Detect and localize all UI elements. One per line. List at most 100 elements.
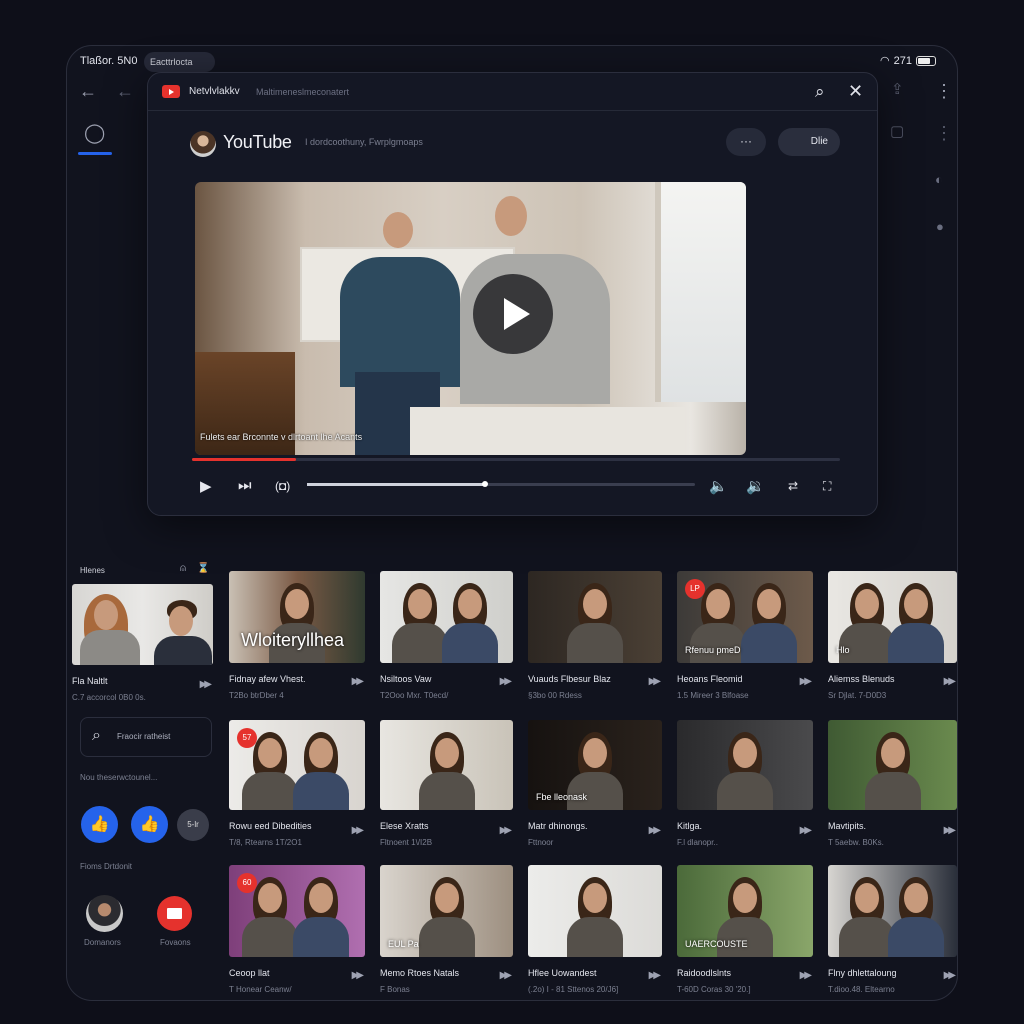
like-button-2[interactable]: 👍: [131, 806, 168, 843]
search-icon[interactable]: ⌕: [815, 83, 825, 100]
play-next-icon[interactable]: ▶▶: [649, 970, 662, 981]
play-next-icon[interactable]: ▶▶: [944, 825, 957, 836]
video-card[interactable]: EUL Pa Memo Rtoes Natals F Bonas ▶▶: [380, 865, 513, 994]
video-card[interactable]: Elese Xratts Fltnoent 1\/I2B ▶▶: [380, 720, 513, 847]
person-head: [407, 589, 432, 619]
scrub-slider[interactable]: [307, 481, 695, 487]
video-title[interactable]: Heoans Fleomid: [677, 674, 787, 684]
clock-tab-icon[interactable]: ◯: [84, 124, 105, 143]
video-card[interactable]: Hflee Uowandest (.2o) I - 81 Sttenos 20/J…: [528, 865, 662, 994]
play-next-icon[interactable]: ▶▶: [944, 676, 957, 687]
person-body: [442, 623, 499, 663]
hourglass-icon[interactable]: ⌛: [197, 564, 209, 574]
subscribe-button[interactable]: Dlie: [778, 128, 840, 156]
status-indicators: ◠ 271: [880, 54, 936, 67]
feature-meta: C.7 accorcol 0B0 0s.: [72, 693, 146, 702]
play-next-icon[interactable]: ▶▶: [800, 970, 813, 981]
sidebar-feature-card[interactable]: Fla Naltlt C.7 accorcol 0B0 0s. ▶▶: [72, 584, 213, 702]
play-next-icon[interactable]: ▶▶: [649, 825, 662, 836]
play-next-icon[interactable]: ▶▶: [944, 970, 957, 981]
skip-icon[interactable]: ⏭: [238, 477, 252, 494]
calendar-icon[interactable]: ▢: [890, 124, 904, 139]
play-next-icon[interactable]: ▶▶: [500, 676, 513, 687]
video-card[interactable]: Wloiteryllhea Fidnay afew Vhest. T2Bo btrD…: [229, 571, 365, 700]
video-card[interactable]: Fbe lleonask Matr dhinongs. Fttnoor ▶▶: [528, 720, 662, 847]
like-button[interactable]: 👍: [81, 806, 118, 843]
sidebar-section-2[interactable]: Fioms Drtdonit: [80, 862, 132, 871]
scrub-slider-fill: [307, 481, 489, 487]
close-icon[interactable]: ✕: [848, 82, 863, 100]
video-title[interactable]: Nsiltoos Vaw: [380, 674, 490, 684]
channel-avatar[interactable]: [190, 131, 216, 157]
video-title[interactable]: Raidoodlslnts: [677, 968, 787, 978]
video-card[interactable]: Nsiltoos Vaw T2Ooo Mxr. T0ecd/ ▶▶: [380, 571, 513, 700]
video-title[interactable]: Aliemss Blenuds: [828, 674, 938, 684]
play-next-icon[interactable]: ▶▶: [352, 676, 365, 687]
status-pill[interactable]: Eacttrlocta: [144, 52, 215, 72]
more-reactions-button[interactable]: 5-lr: [177, 809, 209, 841]
video-title[interactable]: Mavtipits.: [828, 821, 938, 831]
video-title[interactable]: Fidnay afew Vhest.: [229, 674, 339, 684]
back-arrow-icon[interactable]: ←: [79, 82, 97, 100]
more-vert-icon[interactable]: ⋮: [935, 82, 953, 100]
video-meta: T/8, Rtearns 1T/2O1: [229, 838, 302, 847]
video-title[interactable]: Matr dhinongs.: [528, 821, 638, 831]
user-avatar[interactable]: [86, 895, 123, 932]
play-next-icon[interactable]: ▶▶: [352, 970, 365, 981]
person-head: [733, 738, 757, 768]
video-meta: T-60D Coras 30 '20.]: [677, 985, 751, 994]
video-card[interactable]: LP Rfenuu pmeD Heoans Fleomid 1.5 Mireer 3 …: [677, 571, 813, 700]
video-card[interactable]: 60 Ceoop llat T Honear Ceanw/ ▶▶: [229, 865, 365, 994]
video-thumbnail: UAERCOUSTE: [677, 865, 813, 957]
video-title[interactable]: Rowu eed Dibedities: [229, 821, 339, 831]
video-title[interactable]: Elese Xratts: [380, 821, 490, 831]
play-icon[interactable]: ▶: [200, 477, 212, 495]
share-icon[interactable]: ⇪: [891, 82, 904, 97]
video-card[interactable]: Mavtipits. T 5aebw. B0Ks. ▶▶: [828, 720, 957, 847]
more-options-button[interactable]: ···: [726, 128, 766, 156]
avatar-label: Domanors: [84, 938, 121, 947]
video-title[interactable]: Vuauds Flbesur Blaz: [528, 674, 638, 684]
video-card[interactable]: Flny dhlettaloung T.dioo.48. Eltearno ▶▶: [828, 865, 957, 994]
video-card[interactable]: Hlo Aliemss Blenuds Sr Djlat. 7-D0D3 ▶▶: [828, 571, 957, 700]
autoplay-icon[interactable]: (◘): [275, 479, 290, 493]
volume-low-icon[interactable]: 🔉: [746, 477, 765, 495]
sidebar-section-1[interactable]: Nou theserwctounel...: [80, 773, 157, 782]
play-next-icon[interactable]: ▶▶: [500, 970, 513, 981]
globe-icon[interactable]: ◐: [935, 173, 943, 186]
video-card[interactable]: Kitlga. F.l dlanopr.. ▶▶: [677, 720, 813, 847]
video-meta: T.dioo.48. Eltearno: [828, 985, 895, 994]
video-title[interactable]: Flny dhlettaloung: [828, 968, 938, 978]
forward-arrow-icon[interactable]: ←: [116, 82, 134, 100]
video-card[interactable]: Vuauds Flbesur Blaz §3bo 00 Rdess ▶▶: [528, 571, 662, 700]
play-overlay-icon[interactable]: [473, 274, 553, 354]
video-card[interactable]: UAERCOUSTE Raidoodlslnts T-60D Coras 30 '2…: [677, 865, 813, 994]
subscriptions-button[interactable]: [157, 896, 192, 931]
person-head: [434, 738, 459, 768]
play-next-icon[interactable]: ▶▶: [800, 676, 813, 687]
video-player[interactable]: Fulets ear Brconnte v dlrtoant lhe Acant…: [195, 182, 746, 455]
video-card[interactable]: 57 Rowu eed Dibedities T/8, Rtearns 1T/2O1…: [229, 720, 365, 847]
person-head: [257, 883, 282, 913]
person-head: [583, 589, 607, 619]
video-progress-bar[interactable]: [192, 458, 840, 461]
play-next-icon[interactable]: ▶▶: [500, 825, 513, 836]
sidebar-search-input[interactable]: ⌕ Fraocir ratheist: [80, 717, 212, 757]
pin-icon[interactable]: ●: [936, 220, 944, 233]
play-next-icon[interactable]: ▶▶: [649, 676, 662, 687]
fullscreen-icon[interactable]: ⛶: [823, 479, 831, 494]
channel-name[interactable]: YouTube: [223, 132, 292, 153]
more-vert-icon-2[interactable]: ⋮: [935, 124, 953, 142]
play-next-icon[interactable]: ▶▶: [200, 679, 213, 690]
video-thumbnail: Hlo: [828, 571, 957, 663]
bell-icon[interactable]: ⍝: [180, 564, 186, 574]
person-body: [567, 623, 623, 663]
video-title[interactable]: Memo Rtoes Natals: [380, 968, 490, 978]
play-next-icon[interactable]: ▶▶: [800, 825, 813, 836]
video-title[interactable]: Kitlga.: [677, 821, 787, 831]
play-next-icon[interactable]: ▶▶: [352, 825, 365, 836]
volume-icon[interactable]: 🔈: [709, 477, 728, 495]
video-title[interactable]: Ceoop llat: [229, 968, 339, 978]
settings-icon[interactable]: ⇄: [788, 479, 798, 493]
video-title[interactable]: Hflee Uowandest: [528, 968, 638, 978]
